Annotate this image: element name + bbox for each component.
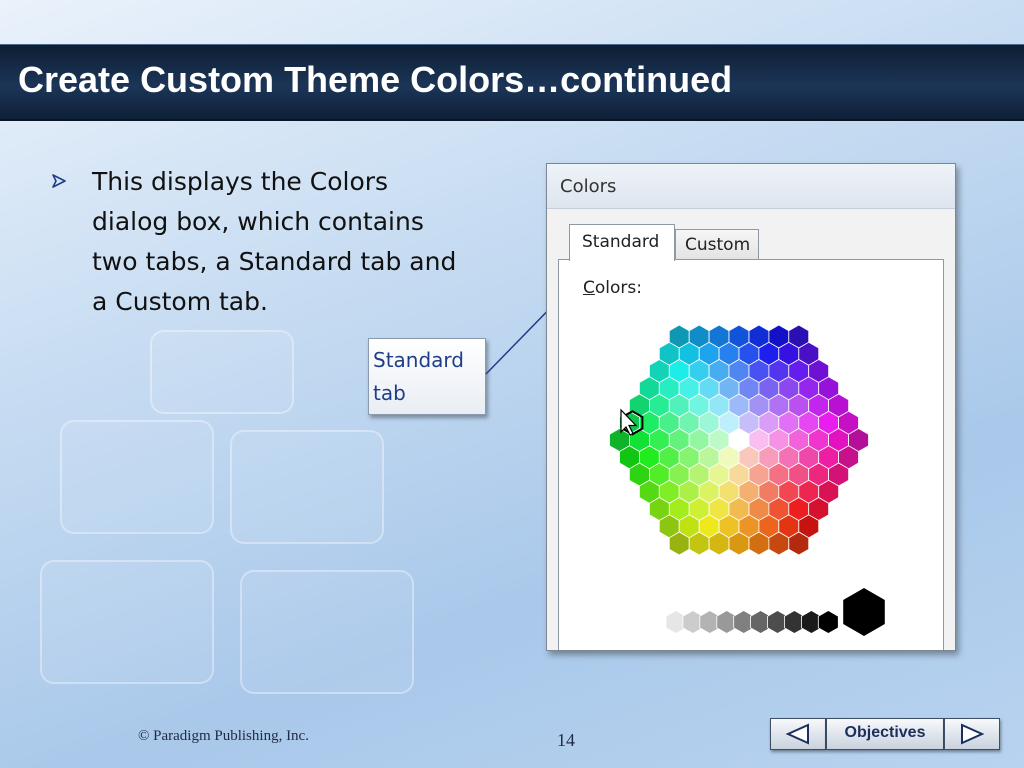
tab-standard[interactable]: Standard (569, 224, 675, 261)
background-key (240, 570, 414, 694)
dialog-title: Colors (560, 176, 617, 197)
slide-title: Create Custom Theme Colors…continued (18, 59, 733, 100)
objectives-button[interactable]: Objectives (826, 718, 944, 750)
bullet-text: This displays the Colors dialog box, whi… (92, 167, 457, 316)
triangle-left-icon (785, 723, 809, 745)
page-number: 14 (557, 730, 575, 750)
arrowhead-bullet-icon (52, 174, 66, 188)
callout-line-2: tab (373, 381, 406, 405)
colors-dialog: Colors Standard Custom Colors: (546, 163, 956, 651)
tab-custom-label: Custom (685, 235, 751, 255)
objectives-label: Objectives (844, 724, 926, 741)
gray-swatch[interactable] (817, 610, 839, 634)
triangle-right-icon (961, 723, 985, 745)
standard-tab-callout: Standard tab (368, 338, 486, 415)
tab-standard-label: Standard (582, 232, 660, 252)
previous-slide-button[interactable] (770, 718, 826, 750)
tab-custom[interactable]: Custom (675, 229, 759, 260)
dialog-header: Colors (547, 164, 955, 209)
slide-title-bar: Create Custom Theme Colors…continued (0, 44, 1024, 121)
next-slide-button[interactable] (944, 718, 1000, 750)
callout-line-1: Standard (373, 348, 464, 372)
background-key (230, 430, 384, 544)
background-key (60, 420, 214, 534)
color-hexagon-picker[interactable] (559, 260, 943, 651)
standard-tab-panel: Colors: (558, 259, 944, 651)
black-swatch[interactable] (843, 588, 885, 636)
background-key (150, 330, 294, 414)
background-key (40, 560, 214, 684)
footer-copyright: © Paradigm Publishing, Inc. (138, 728, 309, 744)
